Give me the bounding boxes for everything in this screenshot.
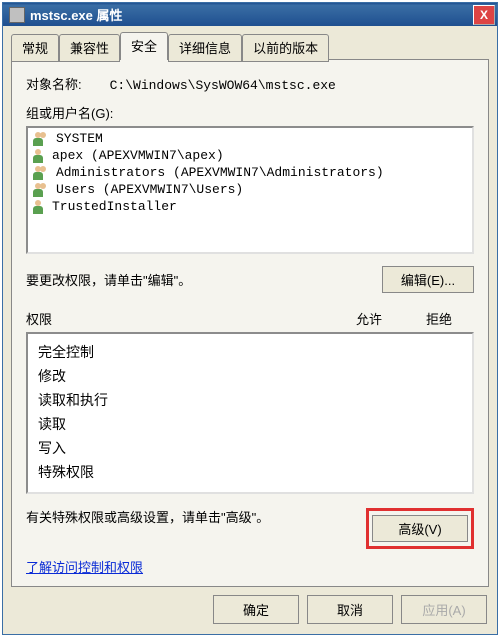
apply-button[interactable]: 应用(A) — [401, 595, 487, 624]
group-name: Administrators (APEXVMWIN7\Administrator… — [56, 165, 384, 180]
dialog-footer: 确定 取消 应用(A) — [3, 587, 497, 634]
perm-item[interactable]: 完全控制 — [38, 340, 462, 364]
list-item[interactable]: Users (APEXVMWIN7\Users) — [32, 181, 468, 198]
group-user-list[interactable]: SYSTEM apex (APEXVMWIN7\apex) Administra… — [26, 126, 474, 254]
highlight-box: 高级(V) — [366, 508, 474, 549]
dialog-body: 常规 兼容性 安全 详细信息 以前的版本 对象名称: C:\Windows\Sy… — [3, 26, 497, 587]
list-item[interactable]: SYSTEM — [32, 130, 468, 147]
advanced-button[interactable]: 高级(V) — [372, 515, 468, 542]
edit-hint-text: 要更改权限，请单击"编辑"。 — [26, 270, 191, 289]
perm-header-label: 权限 — [26, 309, 334, 328]
learn-acl-link[interactable]: 了解访问控制和权限 — [26, 557, 143, 576]
edit-button[interactable]: 编辑(E)... — [382, 266, 474, 293]
tab-general[interactable]: 常规 — [11, 34, 59, 62]
perm-item[interactable]: 读取 — [38, 412, 462, 436]
window-title: mstsc.exe 属性 — [30, 5, 123, 24]
group-name: Users (APEXVMWIN7\Users) — [56, 182, 243, 197]
tab-details[interactable]: 详细信息 — [168, 34, 242, 62]
perm-header-deny: 拒绝 — [404, 309, 474, 328]
user-icon — [32, 149, 48, 163]
perm-item[interactable]: 读取和执行 — [38, 388, 462, 412]
list-item[interactable]: TrustedInstaller — [32, 198, 468, 215]
permissions-list[interactable]: 完全控制 修改 读取和执行 读取 写入 特殊权限 — [26, 332, 474, 494]
perm-item[interactable]: 修改 — [38, 364, 462, 388]
users-icon — [32, 183, 52, 197]
groups-label: 组或用户名(G): — [26, 103, 474, 122]
close-icon: X — [480, 8, 488, 22]
tab-panel-security: 对象名称: C:\Windows\SysWOW64\mstsc.exe 组或用户… — [11, 59, 489, 587]
cancel-button[interactable]: 取消 — [307, 595, 393, 624]
group-name: TrustedInstaller — [52, 199, 177, 214]
object-path: C:\Windows\SysWOW64\mstsc.exe — [110, 78, 336, 93]
perm-item[interactable]: 写入 — [38, 436, 462, 460]
tab-previous[interactable]: 以前的版本 — [242, 34, 329, 62]
users-icon — [32, 166, 52, 180]
object-name-label: 对象名称: — [26, 74, 82, 93]
users-icon — [32, 132, 52, 146]
user-icon — [32, 200, 48, 214]
tab-bar: 常规 兼容性 安全 详细信息 以前的版本 — [11, 32, 489, 60]
advanced-hint-text: 有关特殊权限或高级设置，请单击"高级"。 — [26, 508, 269, 528]
properties-dialog: mstsc.exe 属性 X 常规 兼容性 安全 详细信息 以前的版本 对象名称… — [2, 2, 498, 635]
tab-compat[interactable]: 兼容性 — [59, 34, 120, 62]
ok-button[interactable]: 确定 — [213, 595, 299, 624]
tab-security[interactable]: 安全 — [120, 32, 168, 60]
app-icon — [9, 7, 25, 23]
group-name: apex (APEXVMWIN7\apex) — [52, 148, 224, 163]
list-item[interactable]: Administrators (APEXVMWIN7\Administrator… — [32, 164, 468, 181]
close-button[interactable]: X — [473, 5, 495, 25]
group-name: SYSTEM — [56, 131, 103, 146]
list-item[interactable]: apex (APEXVMWIN7\apex) — [32, 147, 468, 164]
titlebar[interactable]: mstsc.exe 属性 X — [3, 3, 497, 26]
perm-item[interactable]: 特殊权限 — [38, 460, 462, 484]
perm-header-allow: 允许 — [334, 309, 404, 328]
